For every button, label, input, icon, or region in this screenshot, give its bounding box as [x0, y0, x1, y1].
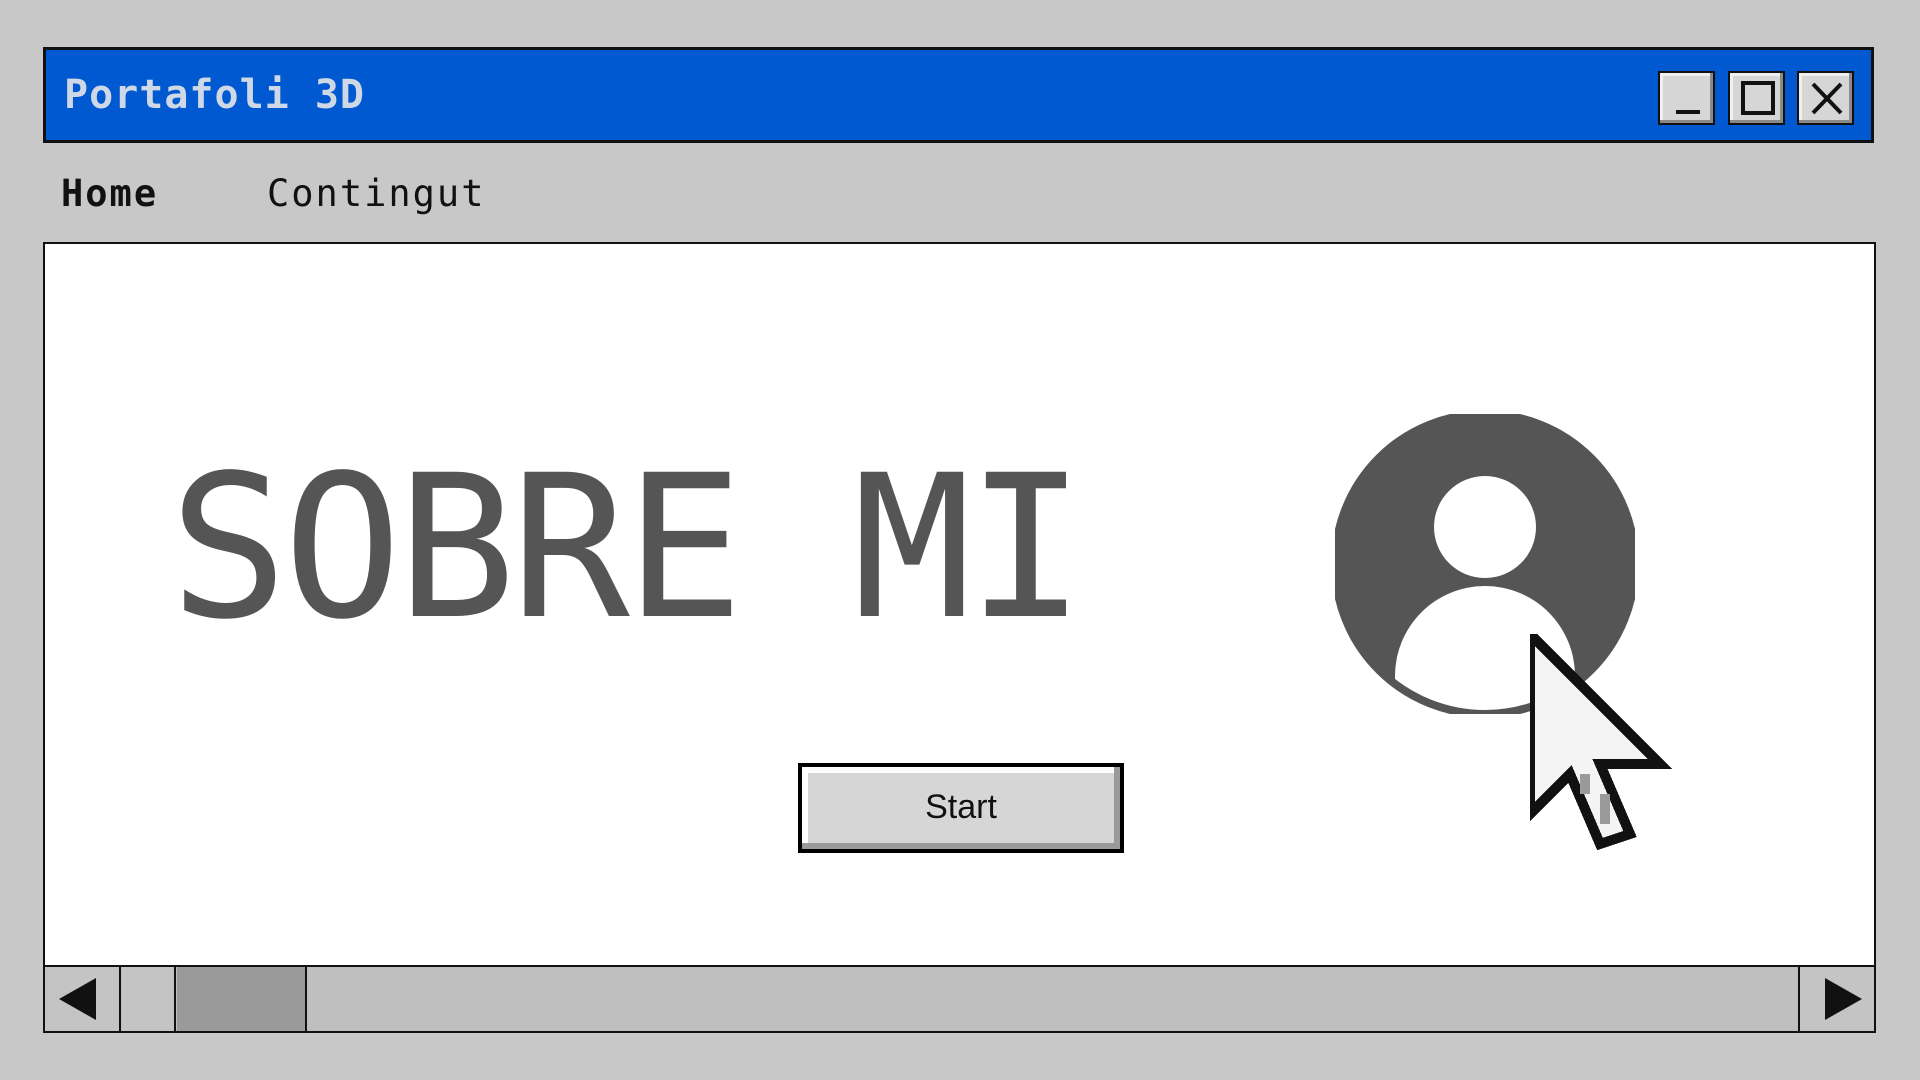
- start-button[interactable]: Start: [798, 763, 1124, 853]
- close-icon: [1811, 82, 1843, 115]
- menu-item-home[interactable]: Home: [61, 172, 158, 215]
- window-title: Portafoli 3D: [64, 72, 365, 118]
- scroll-left-button[interactable]: [45, 967, 121, 1031]
- maximize-button[interactable]: [1728, 71, 1785, 125]
- maximize-icon: [1741, 81, 1775, 115]
- scroll-track-start[interactable]: [122, 967, 176, 1031]
- minimize-icon: [1676, 110, 1700, 114]
- arrow-right-icon: [1825, 978, 1862, 1020]
- close-button[interactable]: [1797, 71, 1854, 125]
- menu-item-contingut[interactable]: Contingut: [267, 172, 485, 215]
- content-area: SOBRE MI Start: [43, 242, 1876, 1033]
- scroll-right-button[interactable]: [1798, 967, 1874, 1031]
- minimize-button[interactable]: [1658, 71, 1715, 125]
- title-bar[interactable]: Portafoli 3D: [43, 47, 1874, 143]
- page-headline: SOBRE MI: [169, 433, 1086, 664]
- scroll-thumb[interactable]: [177, 967, 307, 1031]
- horizontal-scrollbar[interactable]: [43, 965, 1876, 1033]
- pointer-cursor-icon: [1530, 634, 1673, 851]
- app-window: Portafoli 3D Home Contingut SOBRE MI Sta…: [0, 0, 1920, 1080]
- arrow-left-icon: [59, 978, 96, 1020]
